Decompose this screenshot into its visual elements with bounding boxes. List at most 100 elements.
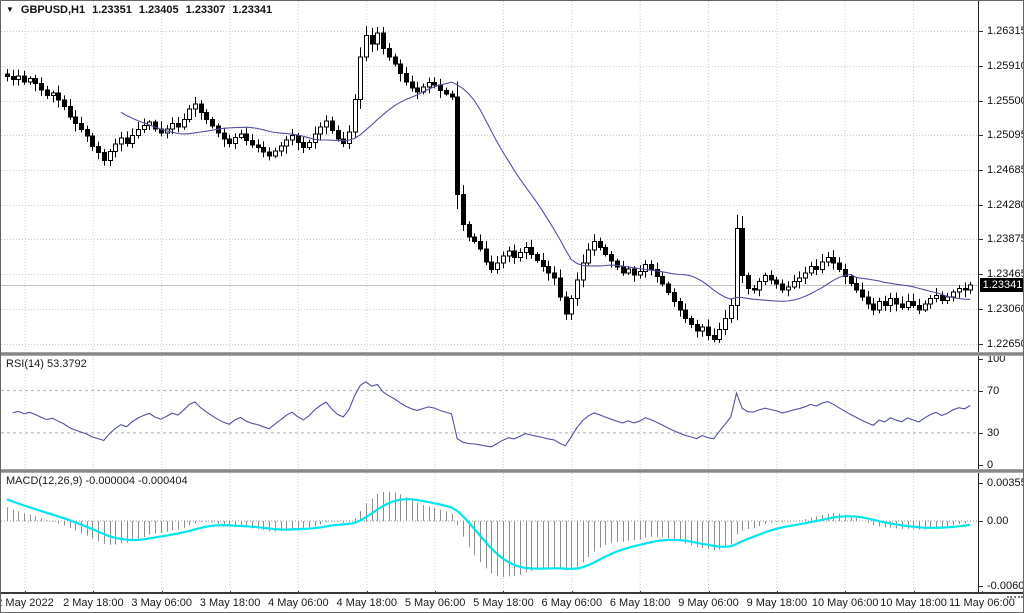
price-axis[interactable]: 1.23341 1.263151.259101.255001.250951.24…: [978, 1, 1024, 592]
time-axis-label: 6 May 18:00: [610, 597, 671, 609]
candle-bearish: [97, 147, 101, 153]
candle-bullish: [365, 36, 369, 57]
symbol-header[interactable]: ▼ GBPUSD,H1 1.23351 1.23405 1.23307 1.23…: [6, 4, 272, 16]
axis-tick: [979, 205, 983, 206]
candle-bullish: [137, 130, 141, 136]
time-axis-tick: [435, 591, 436, 594]
axis-tick: [979, 274, 983, 275]
candle-bullish: [958, 288, 962, 291]
candle-bullish: [285, 140, 289, 146]
candle-bearish: [63, 100, 67, 106]
axis-tick: [979, 465, 983, 466]
candle-bullish: [878, 301, 882, 310]
candle-bearish: [490, 262, 494, 270]
time-axis-tick: [367, 591, 368, 594]
candle-bullish: [576, 280, 580, 299]
candle-bullish: [644, 265, 648, 272]
candle-bullish: [525, 247, 529, 252]
moving-average-line: [121, 82, 970, 301]
candle-bearish: [690, 318, 694, 324]
macd-panel[interactable]: [1, 473, 978, 592]
candlestick-chart[interactable]: [1, 1, 978, 352]
rsi-axis-label: 30: [987, 427, 999, 439]
candle-bearish: [462, 195, 466, 225]
rsi-panel[interactable]: [1, 356, 978, 469]
rsi-line: [13, 382, 971, 447]
candle-bearish: [964, 288, 968, 290]
candle-bullish: [114, 144, 118, 151]
candle-bullish: [935, 295, 939, 298]
corner-drag-dots[interactable]: [1007, 596, 1023, 598]
candle-bearish: [6, 74, 10, 77]
candle-bearish: [633, 269, 637, 275]
candle-bearish: [80, 124, 84, 130]
time-axis-tick: [640, 591, 641, 594]
main-chart-panel[interactable]: [1, 1, 978, 352]
candle-bearish: [473, 237, 477, 241]
ohlc-low: 1.23307: [186, 4, 226, 16]
candle-bearish: [696, 324, 700, 331]
macd-chart[interactable]: [1, 473, 978, 592]
candle-bearish: [257, 145, 261, 148]
candle-bearish: [530, 247, 534, 254]
candle-bearish: [302, 142, 306, 147]
candle-bearish: [411, 82, 415, 88]
candle-bearish: [941, 295, 945, 300]
candle-bullish: [821, 262, 825, 270]
candle-bullish: [194, 104, 198, 109]
candle-bearish: [684, 310, 688, 319]
candle-bearish: [468, 224, 472, 237]
candle-bearish: [610, 254, 614, 261]
panel-splitter-main-rsi[interactable]: [1, 352, 1024, 356]
time-axis-label: 2 May 18:00: [63, 597, 124, 609]
candle-bullish: [359, 57, 363, 100]
candle-bearish: [770, 276, 774, 280]
time-axis-label: 11 May 06:00: [949, 597, 1015, 609]
time-axis-tick: [572, 591, 573, 594]
candle-bullish: [627, 269, 631, 273]
time-axis[interactable]: 2 May 20222 May 18:003 May 06:003 May 18…: [1, 594, 1024, 613]
candle-bullish: [319, 127, 323, 134]
candle-bullish: [519, 253, 523, 258]
candle-bearish: [405, 73, 409, 82]
candle-bearish: [456, 97, 460, 194]
candle-bearish: [177, 124, 181, 127]
candle-bearish: [650, 265, 654, 270]
trading-chart-window: ▼ GBPUSD,H1 1.23351 1.23405 1.23307 1.23…: [0, 0, 1024, 613]
candle-bullish: [188, 109, 192, 119]
candle-bearish: [91, 136, 95, 147]
candle-bearish: [679, 301, 683, 310]
candle-bearish: [753, 288, 757, 290]
candle-bearish: [861, 290, 865, 297]
candle-bearish: [69, 107, 73, 117]
panel-splitter-rsi-macd[interactable]: [1, 469, 1024, 473]
candle-bearish: [268, 152, 272, 156]
candle-bullish: [827, 258, 831, 262]
axis-tick: [979, 483, 983, 484]
rsi-indicator-label: RSI(14) 53.3792: [6, 358, 87, 370]
time-axis-tick: [93, 591, 94, 594]
axis-tick: [979, 66, 983, 67]
candle-bullish: [502, 256, 506, 263]
price-axis-label: 1.23875: [987, 233, 1024, 245]
candle-bullish: [969, 285, 973, 290]
axis-tick: [979, 586, 983, 587]
candle-bullish: [810, 266, 814, 273]
axis-tick: [979, 239, 983, 240]
candle-bullish: [570, 299, 574, 314]
macd-indicator-label: MACD(12,26,9) -0.000004 -0.000404: [6, 475, 188, 487]
candle-bearish: [262, 148, 266, 152]
price-axis-label: 1.22650: [987, 338, 1024, 350]
candle-bearish: [850, 277, 854, 284]
rsi-chart[interactable]: [1, 356, 978, 469]
candle-bearish: [228, 139, 232, 143]
candle-bearish: [211, 119, 215, 126]
axis-tick: [979, 31, 983, 32]
symbol-title: GBPUSD,H1: [21, 4, 85, 16]
symbol-dropdown-icon[interactable]: ▼: [6, 5, 14, 14]
candle-bearish: [205, 113, 209, 120]
candle-bearish: [445, 90, 449, 93]
candle-bearish: [297, 136, 301, 143]
candle-bullish: [718, 329, 722, 339]
time-axis-label: 9 May 06:00: [678, 597, 739, 609]
